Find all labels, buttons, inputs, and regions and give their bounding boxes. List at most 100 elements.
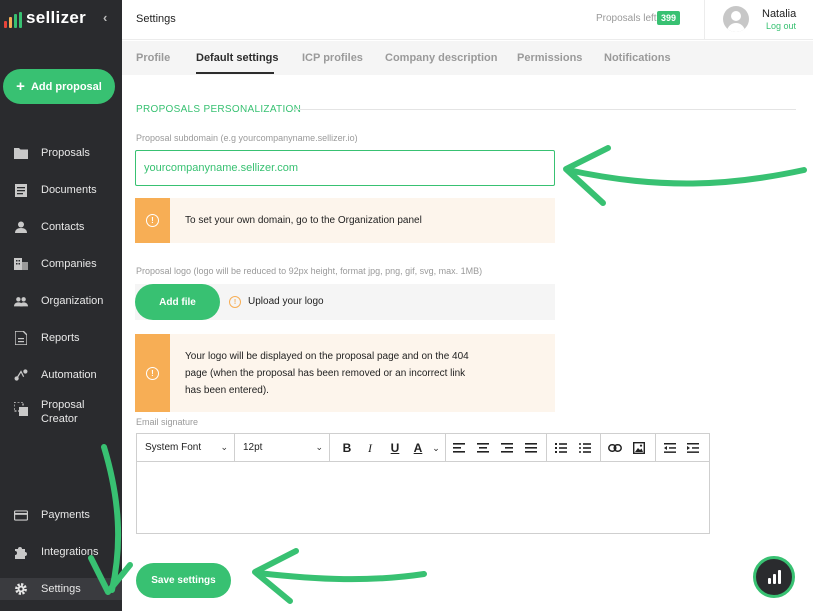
email-signature-label: Email signature [136,417,199,427]
tab-notifications[interactable]: Notifications [604,52,671,64]
logout-link[interactable]: Log out [766,21,796,31]
bullet-list-icon[interactable] [578,440,592,456]
page-title: Settings [136,13,176,25]
sidebar-item-companies[interactable]: Companies [0,256,122,272]
logo-bars-icon [4,12,22,28]
align-center-icon[interactable] [476,440,490,456]
chevron-down-icon: ⌄ [315,442,323,452]
sidebar-item-payments[interactable]: Payments [0,507,122,523]
image-icon[interactable] [632,440,646,456]
font-size-select[interactable]: 12pt ⌄ [235,434,330,461]
align-justify-icon[interactable] [524,440,538,456]
sellizer-logo[interactable]: sellizer [4,8,86,28]
logo-notice-line: page (when the proposal has been removed… [185,367,466,379]
email-signature-editor: System Font ⌄ 12pt ⌄ B I U A ⌄ [136,433,710,534]
bold-icon[interactable]: B [340,440,354,456]
tab-permissions[interactable]: Permissions [517,52,582,64]
font-size-value: 12pt [243,442,263,453]
tab-default-settings[interactable]: Default settings [196,52,279,64]
chevron-down-icon: ⌄ [220,442,228,452]
folder-icon [14,146,28,160]
align-right-icon[interactable] [500,440,514,456]
notice-bar: ! [135,198,170,243]
collapse-sidebar-icon[interactable]: ‹ [103,10,107,25]
subdomain-input[interactable] [135,150,555,186]
tab-company-description[interactable]: Company description [385,52,497,64]
tab-icp-profiles[interactable]: ICP profiles [302,52,363,64]
building-icon [14,257,28,271]
logo-notice-text: Your logo will be displayed on the propo… [170,334,469,412]
sidebar-item-label: Organization [41,295,104,307]
sidebar-item-organization[interactable]: Organization [0,293,122,309]
sidebar-item-label: Proposal Creator [41,399,85,425]
add-file-button[interactable]: Add file [135,284,220,320]
sidebar-item-proposal-creator[interactable]: Proposal Creator [0,398,122,426]
text-color-icon[interactable]: A [411,440,425,456]
domain-notice-text: To set your own domain, go to the Organi… [185,215,422,226]
add-proposal-button[interactable]: + Add proposal [3,69,115,104]
indent-icon[interactable] [686,440,700,456]
bars-icon [767,570,781,584]
sidebar-item-contacts[interactable]: Contacts [0,219,122,235]
domain-notice: ! To set your own domain, go to the Orga… [135,198,555,243]
subdomain-label: Proposal subdomain (e.g yourcompanyname.… [136,133,358,143]
toolbar-separator [655,434,656,461]
tab-profile[interactable]: Profile [136,52,170,64]
proposals-left-badge: 399 [657,11,681,25]
align-left-icon[interactable] [452,440,466,456]
people-icon [14,294,28,308]
info-icon: ! [229,296,241,308]
report-icon [14,331,28,345]
chat-widget-button[interactable] [753,556,795,598]
info-icon: ! [146,366,159,380]
person-icon [14,220,28,234]
signature-text-area[interactable] [137,462,709,533]
link-icon[interactable] [608,440,622,456]
logo-notice-line: has been entered). [185,384,269,396]
section-divider [293,109,796,110]
top-bar: Settings Proposals left 399 Natalia Log … [122,0,813,40]
sidebar-item-settings[interactable]: Settings [0,578,122,600]
font-family-value: System Font [145,442,202,453]
info-icon: ! [146,214,159,227]
sidebar-item-label: Payments [41,509,90,521]
toolbar-separator [445,434,446,461]
add-proposal-label: Add proposal [30,80,102,93]
logo-upload-row: Add file ! Upload your logo [135,284,555,320]
automation-icon [14,368,28,382]
outdent-icon[interactable] [663,440,677,456]
sidebar-item-automation[interactable]: Automation [0,367,122,383]
sidebar-item-proposals[interactable]: Proposals [0,145,122,161]
save-settings-button[interactable]: Save settings [136,563,231,598]
sidebar-item-label: Automation [41,369,97,381]
arrow-to-subdomain [565,167,807,187]
arrow-to-save [255,570,427,583]
section-title: PROPOSALS PERSONALIZATION [136,104,302,115]
sidebar-item-label: Integrations [41,546,99,558]
sidebar-item-label: Reports [41,332,80,344]
chevron-down-icon[interactable]: ⌄ [429,440,443,456]
proposals-left-label: Proposals left [596,13,657,24]
sidebar-item-label: Documents [41,184,97,196]
settings-tabs: Profile Default settings ICP profiles Co… [122,41,813,75]
underline-icon[interactable]: U [388,440,402,456]
logo-notice: ! Your logo will be displayed on the pro… [135,334,555,412]
italic-icon[interactable]: I [363,440,377,456]
font-family-select[interactable]: System Font ⌄ [137,434,235,461]
sidebar-item-documents[interactable]: Documents [0,182,122,198]
editor-toolbar: System Font ⌄ 12pt ⌄ B I U A ⌄ [137,434,709,462]
toolbar-separator [600,434,601,461]
header-divider [704,0,705,40]
sidebar-item-integrations[interactable]: Integrations [0,544,122,560]
toolbar-separator [546,434,547,461]
sidebar-item-label: Contacts [41,221,85,233]
plus-icon: + [16,78,25,95]
logo-notice-line: Your logo will be displayed on the propo… [185,350,469,362]
numbered-list-icon[interactable] [554,440,568,456]
puzzle-icon [14,545,28,559]
logo-label: Proposal logo (logo will be reduced to 9… [136,266,483,276]
avatar[interactable] [723,6,749,32]
sidebar-item-reports[interactable]: Reports [0,330,122,346]
sidebar-item-label: Settings [41,583,81,595]
upload-logo-label: Upload your logo [248,296,324,307]
